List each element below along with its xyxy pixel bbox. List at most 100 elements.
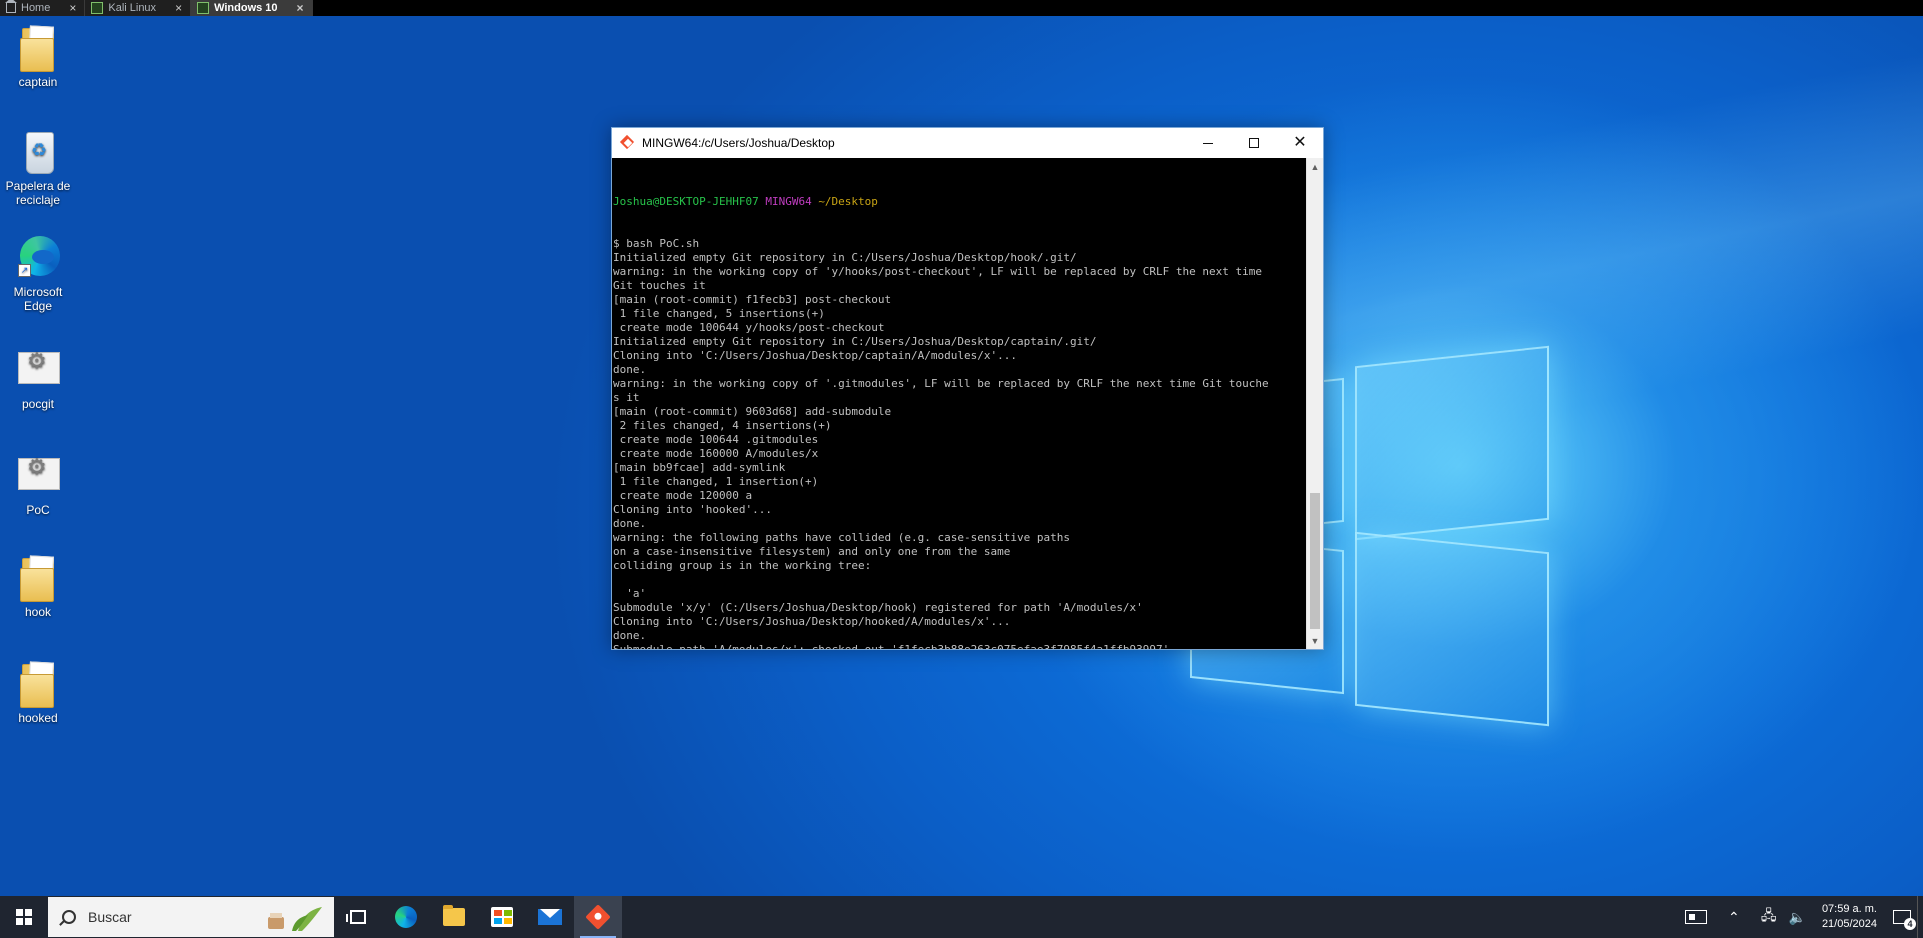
terminal-line: Cloning into 'C:/Users/Joshua/Desktop/ca… (613, 349, 1017, 362)
search-icon (62, 910, 76, 924)
minimize-icon (1203, 142, 1213, 144)
terminal-line: warning: in the working copy of '.gitmod… (613, 377, 1269, 390)
terminal-window[interactable]: MINGW64:/c/Users/Joshua/Desktop ✕ Joshua… (611, 127, 1324, 650)
desktop-icon-label: hook (24, 605, 52, 619)
desktop-icon-label: Microsoft Edge (13, 285, 63, 313)
terminal-line: create mode 100644 .gitmodules (613, 433, 819, 446)
terminal-line: create mode 160000 A/modules/x (613, 447, 819, 460)
folder-icon (14, 24, 62, 72)
clock[interactable]: 07:59 a. m. 21/05/2024 (1812, 902, 1887, 932)
vm-icon (91, 2, 104, 14)
desktop-icon-captain[interactable]: captain (0, 24, 76, 89)
terminal-line: [main (root-commit) 9603d68] add-submodu… (613, 405, 892, 418)
desktop-icon-hook[interactable]: hook (0, 554, 76, 619)
edge-icon: ↗ (14, 234, 62, 282)
terminal-line: Submodule path 'A/modules/x': checked ou… (613, 643, 1306, 649)
mail-icon (538, 909, 562, 925)
git-icon (585, 904, 611, 930)
terminal-scrollbar[interactable]: ▲ ▼ (1306, 158, 1323, 649)
vm-icon (197, 2, 210, 14)
close-icon[interactable]: × (297, 1, 304, 15)
folder-icon (14, 660, 62, 708)
notification-badge: 4 (1904, 918, 1916, 930)
desktop-icon-label: captain (18, 75, 58, 89)
git-bash-icon (619, 134, 636, 151)
terminal-line: colliding group is in the working tree: (613, 559, 872, 572)
clock-time: 07:59 a. m. (1821, 903, 1877, 915)
notification-button[interactable]: 4 (1887, 896, 1917, 938)
taskbar-mail[interactable] (526, 896, 574, 938)
maximize-button[interactable] (1231, 128, 1277, 158)
terminal-line: done. (613, 517, 647, 530)
terminal-line: warning: in the working copy of 'y/hooks… (613, 265, 1263, 278)
prompt-line: Joshua@DESKTOP-JEHHF07 MINGW64 ~/Desktop (613, 195, 878, 208)
search-placeholder: Buscar (88, 909, 132, 925)
desktop-icon-label: Papelera de reciclaje (5, 179, 71, 207)
maximize-icon (1249, 138, 1259, 148)
terminal-line: s it (613, 391, 640, 404)
volume-icon[interactable]: 🔈 (1783, 896, 1812, 938)
vm-tab-label: Home (21, 2, 51, 14)
taskbar-git-bash[interactable] (574, 896, 622, 938)
terminal-title-bar[interactable]: MINGW64:/c/Users/Joshua/Desktop ✕ (612, 128, 1323, 158)
terminal-line: $ bash PoC.sh (613, 237, 700, 250)
desktop-icon-edge[interactable]: ↗ Microsoft Edge (0, 234, 76, 313)
search-box[interactable]: Buscar (48, 897, 334, 937)
vm-tab-home[interactable]: Home × (0, 0, 86, 16)
terminal-line: 2 files changed, 4 insertions(+) (613, 419, 832, 432)
terminal-line: create mode 100644 y/hooks/post-checkout (613, 321, 885, 334)
terminal-line: create mode 120000 a (613, 489, 753, 502)
close-button[interactable]: ✕ (1277, 128, 1323, 158)
close-icon[interactable]: × (69, 1, 76, 15)
desktop-icon-label: pocgit (21, 397, 55, 411)
terminal-line: Initialized empty Git repository in C:/U… (613, 335, 1097, 348)
notification-icon: 4 (1893, 910, 1916, 930)
terminal-line: done. (613, 629, 647, 642)
terminal-title: MINGW64:/c/Users/Joshua/Desktop (642, 136, 835, 150)
terminal-line: Git touches it (613, 279, 706, 292)
chevron-up-icon[interactable]: ⌃ (1713, 896, 1755, 938)
taskbar-edge[interactable] (382, 896, 430, 938)
vm-tab-label: Windows 10 (214, 2, 278, 14)
news-button[interactable] (1679, 896, 1713, 938)
edge-icon (395, 906, 417, 928)
start-button[interactable] (0, 896, 48, 938)
show-desktop-button[interactable] (1917, 896, 1923, 938)
folder-icon (443, 905, 465, 926)
desktop-icon-recycle-bin[interactable]: Papelera de reciclaje (0, 128, 76, 207)
desktop-icon-pocgit[interactable]: pocgit (0, 346, 76, 411)
chevron-up-icon[interactable]: ▲ (1307, 158, 1323, 175)
task-view-button[interactable] (334, 896, 382, 938)
home-icon (5, 0, 17, 13)
terminal-line: Submodule 'x/y' (C:/Users/Joshua/Desktop… (613, 601, 1143, 614)
scrollbar-thumb[interactable] (1310, 493, 1320, 629)
vm-tab-label: Kali Linux (108, 2, 157, 14)
vm-tab-windows10[interactable]: Windows 10 × (191, 0, 313, 16)
search-highlight-icon (268, 907, 322, 931)
network-icon[interactable]: 🖧 (1755, 896, 1783, 938)
script-icon (14, 346, 62, 394)
task-view-icon (346, 910, 366, 924)
chevron-down-icon[interactable]: ▼ (1307, 632, 1323, 649)
minimize-button[interactable] (1185, 128, 1231, 158)
vm-tab-kali[interactable]: Kali Linux × (85, 0, 192, 16)
desktop-icon-label: hooked (18, 711, 58, 725)
clock-date: 21/05/2024 (1821, 918, 1877, 930)
taskbar-file-explorer[interactable] (430, 896, 478, 938)
terminal-line: done. (613, 363, 647, 376)
terminal-line: [main bb9fcae] add-symlink (613, 461, 786, 474)
vm-tab-strip: Home × Kali Linux × Windows 10 × (0, 0, 1923, 16)
taskbar-store[interactable] (478, 896, 526, 938)
recycle-bin-icon (14, 128, 62, 176)
terminal-line: [main (root-commit) f1fecb3] post-checko… (613, 293, 892, 306)
desktop-icon-hooked[interactable]: hooked (0, 660, 76, 725)
terminal-output[interactable]: Joshua@DESKTOP-JEHHF07 MINGW64 ~/Desktop… (612, 158, 1306, 649)
close-icon[interactable]: × (175, 1, 182, 15)
store-icon (491, 907, 513, 927)
terminal-line: warning: the following paths have collid… (613, 531, 1070, 544)
news-icon (1684, 910, 1707, 924)
script-icon (14, 452, 62, 500)
terminal-line: Initialized empty Git repository in C:/U… (613, 251, 1077, 264)
desktop-icon-poc[interactable]: PoC (0, 452, 76, 517)
terminal-line: 1 file changed, 1 insertion(+) (613, 475, 819, 488)
